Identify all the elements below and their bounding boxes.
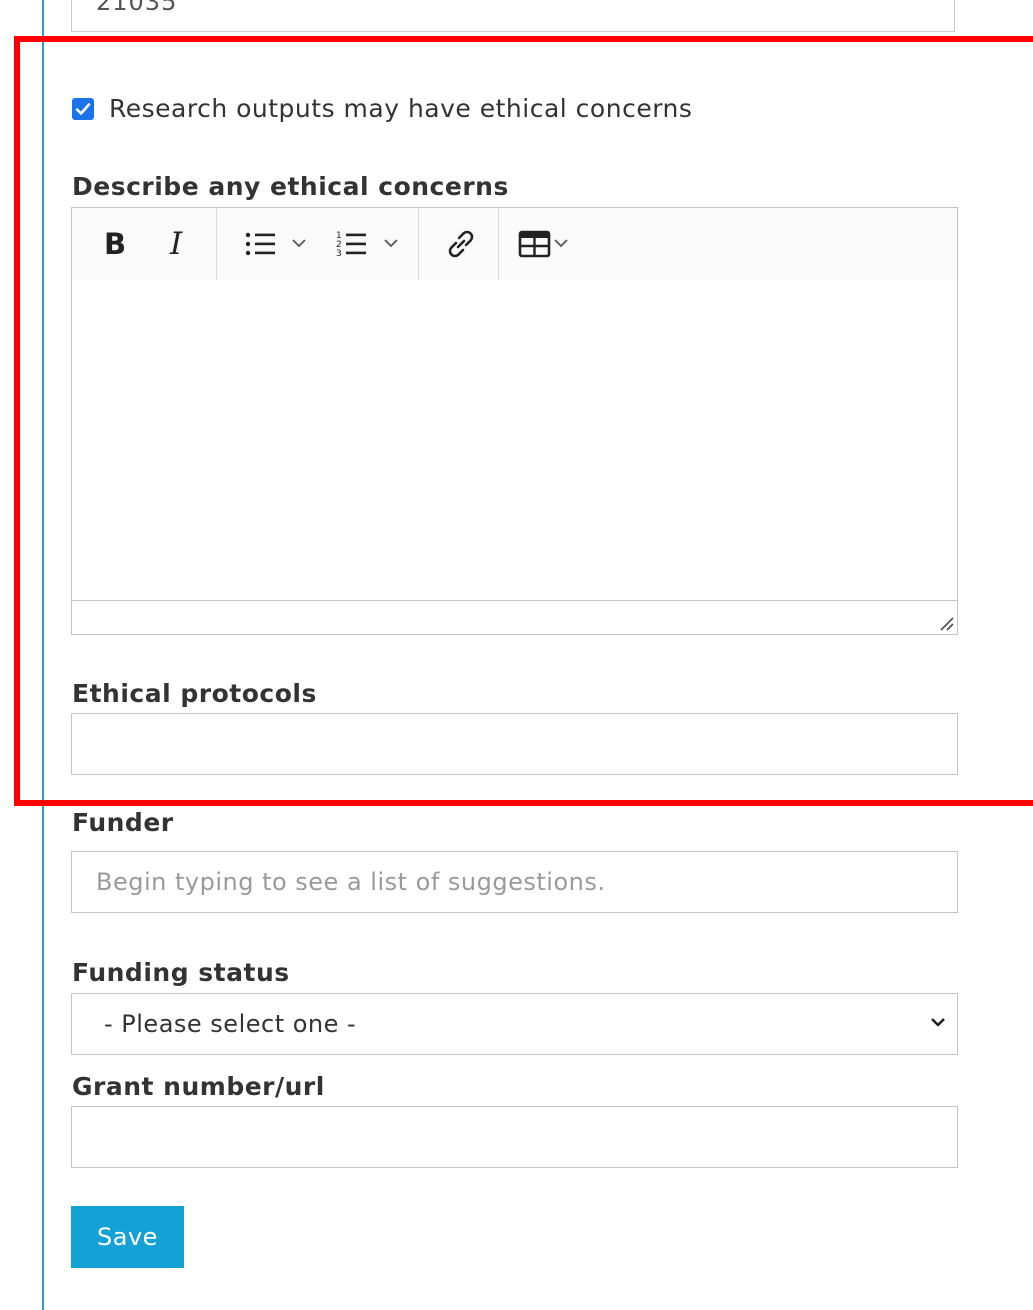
ethical-protocols-label: Ethical protocols <box>72 679 317 708</box>
funding-status-selected-value: - Please select one - <box>104 1010 357 1038</box>
editor-status-bar <box>72 600 957 634</box>
form-page: 21035 Research outputs may have ethical … <box>0 0 1033 1310</box>
funder-label: Funder <box>72 808 174 837</box>
left-border-line <box>42 0 44 1310</box>
editor-toolbar: B I 1 2 3 <box>72 208 957 280</box>
bulleted-list-button[interactable] <box>232 208 322 280</box>
checkmark-icon <box>75 102 91 115</box>
svg-text:3: 3 <box>336 249 342 259</box>
describe-concerns-label: Describe any ethical concerns <box>72 172 509 201</box>
grant-number-label: Grant number/url <box>72 1072 325 1101</box>
funding-status-label: Funding status <box>72 958 290 987</box>
editor-content-area[interactable] <box>72 280 957 600</box>
link-icon <box>448 230 474 258</box>
rich-text-editor: B I 1 2 3 <box>71 207 958 635</box>
bold-icon: B <box>104 229 126 259</box>
save-button[interactable]: Save <box>71 1206 184 1268</box>
ethical-protocols-input[interactable] <box>71 713 958 775</box>
svg-text:I: I <box>169 227 183 261</box>
funding-status-select[interactable]: - Please select one - <box>71 993 958 1055</box>
italic-icon: I <box>169 227 183 261</box>
ethical-concerns-checkbox[interactable] <box>72 97 94 120</box>
grant-number-input[interactable] <box>71 1106 958 1168</box>
previous-input-field[interactable]: 21035 <box>71 0 955 32</box>
toolbar-separator <box>498 208 499 280</box>
toolbar-separator <box>216 208 217 280</box>
ethical-concerns-checkbox-row[interactable]: Research outputs may have ethical concer… <box>72 94 692 123</box>
toolbar-separator <box>418 208 419 280</box>
chevron-down-icon <box>931 1018 945 1027</box>
link-button[interactable] <box>432 208 490 280</box>
table-icon <box>518 230 568 258</box>
table-button[interactable] <box>510 208 590 280</box>
numbered-list-button[interactable]: 1 2 3 <box>326 208 416 280</box>
italic-button[interactable]: I <box>156 208 200 280</box>
previous-input-value: 21035 <box>96 0 178 16</box>
svg-text:B: B <box>104 229 126 259</box>
ethical-concerns-checkbox-label[interactable]: Research outputs may have ethical concer… <box>109 94 692 123</box>
funder-input[interactable] <box>71 851 958 913</box>
resize-handle-icon[interactable] <box>937 614 955 632</box>
bulleted-list-icon <box>245 232 306 256</box>
numbered-list-icon: 1 2 3 <box>336 231 398 259</box>
bold-button[interactable]: B <box>92 208 136 280</box>
